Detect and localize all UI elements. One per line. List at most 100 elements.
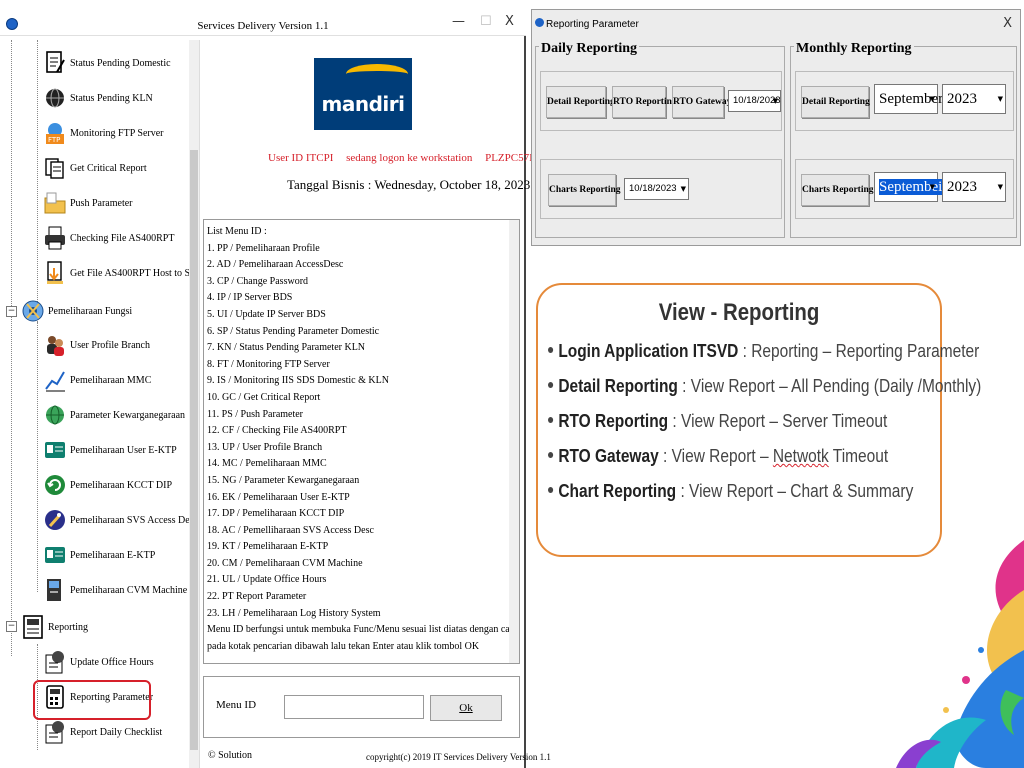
paint-splash-decoration (896, 530, 1024, 768)
daily-reporting-title: Daily Reporting (539, 41, 640, 57)
menu-list-line: pada kotak pencarian dibawah lalu tekan … (207, 640, 480, 652)
tree-scrollbar-thumb[interactable] (190, 150, 198, 750)
main-titlebar: Services Delivery Version 1.1 — ☐ X (0, 0, 526, 36)
menu-list-line: 8. FT / Monitoring FTP Server (207, 358, 330, 370)
daily-reporting-group: Daily Reporting Detail Reporting RTO Rep… (535, 41, 785, 238)
daily-date-picker[interactable]: 10/18/2023 ▼ (728, 90, 781, 112)
globe-icon (44, 85, 66, 111)
refresh-icon (44, 472, 66, 498)
ftp-icon: FTP (44, 120, 66, 146)
monthly-year-select[interactable]: 2023 ▼ (942, 84, 1006, 114)
dropdown-arrow-icon: ▼ (680, 185, 686, 193)
monthly-charts-year-select[interactable]: 2023 ▼ (942, 172, 1006, 202)
app-icon (535, 18, 544, 27)
tree-item-monitoring-ftp-server[interactable]: FTP Monitoring FTP Server (44, 118, 164, 148)
ok-button[interactable]: Ok (430, 695, 502, 721)
tree-collapse-toggle-pemeliharaan[interactable]: − (6, 306, 17, 317)
daily-charts-date-picker[interactable]: 10/18/2023 ▼ (624, 178, 689, 200)
tree-item-report-daily-checklist[interactable]: Report Daily Checklist (44, 717, 162, 747)
tree-item-status-pending-kln[interactable]: Status Pending KLN (44, 83, 153, 113)
tree-item-pemeliharaan-fungsi[interactable]: Pemeliharaan Fungsi (22, 296, 132, 326)
menu-list-text: List Menu ID : 1. PP / Pemeliharaan Profi… (207, 224, 519, 655)
daily-rto-gateway-button[interactable]: RTO Gateway (672, 86, 731, 118)
monthly-month-select[interactable]: September ▼ (874, 84, 943, 114)
tree-item-push-parameter[interactable]: Push Parameter (44, 188, 133, 218)
monthly-report-panel: Detail Reporting September ▼ 2023 ▼ (795, 71, 1014, 131)
tree-item-checking-file-as400rpt[interactable]: Checking File AS400RPT (44, 223, 174, 253)
menu-id-label: Menu ID (216, 699, 257, 711)
tree-item-update-office-hours[interactable]: Update Office Hours (44, 647, 154, 677)
callout-row-chart: Chart Reporting : View Report – Chart & … (548, 481, 913, 516)
menu-list-line: List Menu ID : (207, 226, 267, 237)
menu-list-line: 13. UP / User Profile Branch (207, 441, 323, 453)
callout-list: Login Application ITSVD : Reporting – Re… (548, 341, 981, 516)
tree-item-pemeliharaan-ektp[interactable]: Pemeliharaan E-KTP (44, 540, 155, 570)
callout-row-gateway: RTO Gateway : View Report – Netwotk Time… (548, 446, 888, 481)
tree-scrollbar[interactable] (189, 40, 199, 768)
menu-list-scrollbar[interactable] (509, 220, 519, 663)
bullet-icon (548, 487, 554, 494)
menu-list-line: 22. PT Report Parameter (207, 591, 307, 603)
svg-text:FTP: FTP (48, 136, 60, 144)
monthly-reporting-group: Monthly Reporting Detail Reporting Septe… (790, 41, 1017, 238)
bullet-icon (548, 452, 554, 459)
globe-list-icon (44, 719, 66, 745)
dropdown-arrow-icon: ▼ (929, 183, 935, 191)
business-date: Tanggal Bisnis : Wednesday, October 18, … (287, 177, 531, 192)
close-button[interactable]: X (505, 14, 514, 29)
daily-detail-reporting-button[interactable]: Detail Reporting (546, 86, 615, 118)
gear-globe-icon (22, 298, 44, 324)
tree-item-status-pending-domestic[interactable]: Status Pending Domestic (44, 48, 171, 78)
bullet-icon (548, 347, 554, 354)
logon-text: sedang logon ke workstation (346, 152, 473, 164)
menu-id-input[interactable] (284, 695, 424, 719)
menu-list-line: 3. CP / Change Password (207, 275, 309, 287)
tree-item-get-critical-report[interactable]: Get Critical Report (44, 153, 147, 183)
reporting-window-title: Reporting Parameter (546, 19, 639, 30)
monthly-charts-reporting-button[interactable]: Charts Reporting (801, 174, 874, 206)
callout-row-login: Login Application ITSVD : Reporting – Re… (548, 341, 979, 376)
tree-item-pemeliharaan-kcct-dip[interactable]: Pemeliharaan KCCT DIP (44, 470, 172, 500)
services-delivery-window: Services Delivery Version 1.1 — ☐ X − − … (0, 0, 557, 768)
id-card-icon (44, 437, 66, 463)
tree-item-pemeliharaan-user-ektp[interactable]: Pemeliharaan User E-KTP (44, 435, 177, 465)
daily-rto-reporting-button[interactable]: RTO Reporting (612, 86, 677, 118)
menu-list-line: 23. LH / Pemeliharaan Log History System (207, 607, 381, 619)
reporting-close-button[interactable]: X (1003, 16, 1012, 31)
tree-item-parameter-kewarganegaraan[interactable]: Parameter Kewarganegaraan (44, 400, 185, 430)
menu-list-line: 15. NG / Parameter Kewarganegaraan (207, 474, 360, 486)
callout-title: View - Reporting (658, 299, 820, 326)
maximize-button[interactable]: ☐ (480, 14, 492, 29)
minimize-button[interactable]: — (452, 14, 465, 29)
bullet-icon (548, 417, 554, 424)
menu-list-line: Menu ID berfungsi untuk membuka Func/Men… (207, 624, 519, 636)
daily-charts-reporting-button[interactable]: Charts Reporting (548, 174, 621, 206)
users-icon (44, 332, 66, 358)
file-download-icon (44, 260, 66, 286)
menu-list-line: 6. SP / Status Pending Parameter Domesti… (207, 325, 380, 337)
daily-report-buttons-panel: Detail Reporting RTO Reporting RTO Gatew… (540, 71, 782, 131)
tree-item-reporting[interactable]: Reporting (22, 612, 88, 642)
menu-list-line: 14. MC / Pemeliharaan MMC (207, 458, 327, 470)
menu-list-line: 1. PP / Pemeliharaan Profile (207, 242, 320, 254)
reporting-parameter-highlight (33, 680, 151, 720)
callout-row-rto: RTO Reporting : View Report – Server Tim… (548, 411, 887, 446)
footer-solution: © Solution (208, 750, 252, 761)
tree-item-pemeliharaan-cvm-machine[interactable]: Pemeliharaan CVM Machine (44, 575, 187, 605)
tree-collapse-toggle-reporting[interactable]: − (6, 621, 17, 632)
menu-list-line: 4. IP / IP Server BDS (207, 292, 293, 304)
globe-clock-icon (44, 649, 66, 675)
menu-list-line: 10. GC / Get Critical Report (207, 391, 321, 403)
monthly-reporting-title: Monthly Reporting (794, 41, 914, 57)
monthly-detail-reporting-button[interactable]: Detail Reporting (801, 86, 870, 118)
dropdown-arrow-icon: ▼ (772, 97, 778, 105)
tools-icon (44, 507, 66, 533)
tree-item-pemeliharaan-mmc[interactable]: Pemeliharaan MMC (44, 365, 151, 395)
tree-item-user-profile-branch[interactable]: User Profile Branch (44, 330, 150, 360)
mandiri-logo: mandiri (314, 58, 412, 130)
navigation-tree: − − Status Pending Domestic Status Pendi… (2, 40, 200, 768)
monthly-charts-month-select[interactable]: Septembei ▼ (874, 172, 943, 202)
tree-item-pemeliharaan-svs-access-desc[interactable]: Pemeliharaan SVS Access Desc (44, 505, 198, 535)
menu-list-line: 17. DP / Pemeliharaan KCCT DIP (207, 508, 345, 520)
tree-item-get-file-as400rpt[interactable]: Get File AS400RPT Host to SDS (44, 258, 199, 288)
